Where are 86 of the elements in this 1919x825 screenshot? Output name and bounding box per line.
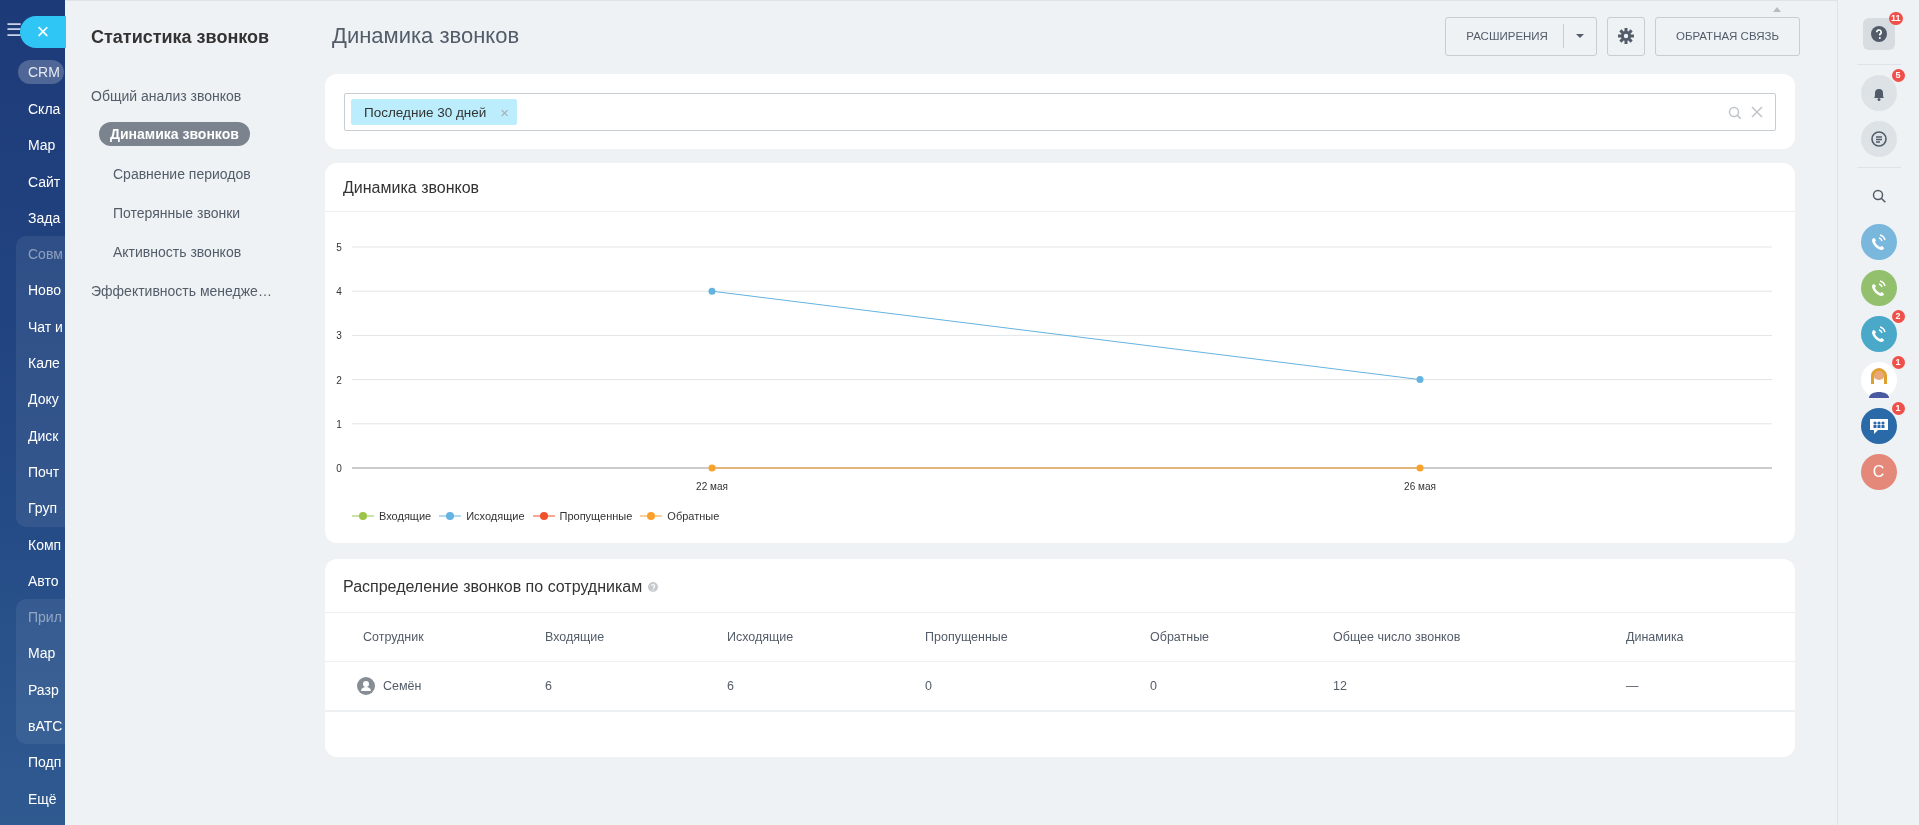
nav-group-title: Прил <box>27 608 62 628</box>
count-badge: 1 <box>1891 356 1905 369</box>
filter-chip[interactable]: Последние 30 дней × <box>351 99 518 125</box>
feedback-button[interactable]: ОБРАТНАЯ СВЯЗЬ <box>1654 16 1800 56</box>
y-tick-label: 0 <box>336 463 342 474</box>
report-menu-item[interactable]: Активность звонков <box>113 233 242 272</box>
nav-group-title: Совм <box>27 245 63 265</box>
chat-icon <box>1869 130 1888 148</box>
column-header: Исходящие <box>727 630 795 644</box>
nav-item[interactable]: Авто <box>0 562 59 600</box>
settings-icon <box>1617 28 1634 44</box>
count-badge: 2 <box>1891 310 1905 323</box>
column-header: Входящие <box>545 630 606 644</box>
nav-item[interactable]: Зада <box>0 199 61 237</box>
nav-item[interactable]: Мар <box>0 127 56 164</box>
chart-title: Динамика звонков <box>325 163 1795 212</box>
y-tick-label: 3 <box>336 330 342 342</box>
employee-name[interactable]: Семён <box>383 679 422 693</box>
extensions-button[interactable]: РАСШИРЕНИЯ <box>1445 16 1597 56</box>
search-icon <box>1871 189 1886 203</box>
legend-label: Пропущенные <box>559 510 633 522</box>
report-menu-item[interactable]: Сравнение периодов <box>113 155 251 194</box>
x-tick-label: 22 мая <box>696 481 728 492</box>
phone-icon <box>1871 233 1886 251</box>
nav-item[interactable]: Ещё <box>0 780 57 817</box>
notifications-button[interactable] <box>1860 75 1897 111</box>
data-point <box>1416 464 1424 472</box>
column-header: Сотрудник <box>363 630 425 644</box>
nav-item[interactable]: Сайт <box>0 163 61 200</box>
x-tick-label: 26 мая <box>1404 481 1436 492</box>
settings-button[interactable] <box>1606 16 1645 56</box>
table-cell-text: 6 <box>727 679 735 693</box>
nav-item[interactable]: Доку <box>16 381 59 418</box>
report-menu-item[interactable]: Потерянные звонки <box>113 194 241 233</box>
column-header: Обратные <box>1150 630 1211 644</box>
report-title: Статистика звонков <box>91 27 271 48</box>
nav-item[interactable]: Скла <box>0 91 61 128</box>
legend-label: Входящие <box>379 510 432 522</box>
nav-item[interactable]: Диск <box>16 417 59 454</box>
legend-label: Обратные <box>667 510 720 522</box>
count-badge: 1 <box>1891 402 1905 415</box>
table-cell-text: — <box>1626 679 1640 693</box>
phone-icon <box>1871 279 1886 297</box>
filter-field[interactable]: Последние 30 дней × <box>344 93 1776 131</box>
nav-item[interactable]: Ново <box>16 272 61 309</box>
data-point <box>708 287 716 295</box>
table-title: Распределение звонков по сотрудникам <box>343 578 643 596</box>
legend-label: Исходящие <box>466 510 525 522</box>
help-icon <box>1870 26 1887 42</box>
nav-item[interactable]: CRM <box>18 60 64 84</box>
y-tick-label: 4 <box>336 286 342 298</box>
nav-item[interactable]: Разр <box>16 671 59 709</box>
y-tick-label: 5 <box>336 242 342 253</box>
user-avatar[interactable] <box>1860 362 1897 398</box>
nav-item[interactable]: Мар <box>16 635 56 672</box>
caret-icon <box>1575 34 1584 38</box>
data-point <box>1416 376 1424 384</box>
page-title: Динамика звонков <box>332 23 521 49</box>
report-menu-item[interactable]: Общий анализ звонков <box>91 77 242 116</box>
menu-button[interactable]: ☰ <box>6 16 22 54</box>
nav-item[interactable]: вАТС <box>16 708 63 745</box>
report-menu-item[interactable]: Эффективность менедже… <box>91 272 272 311</box>
phone-icon <box>1871 325 1886 343</box>
chip-label: Последние 30 дней <box>364 104 487 120</box>
table-cell-text: 12 <box>1333 679 1348 693</box>
table-cell-text: 6 <box>545 679 553 693</box>
nav-item[interactable]: Кале <box>16 345 60 382</box>
nav-item[interactable]: Груп <box>16 490 57 527</box>
nav-item[interactable]: Подп <box>0 744 62 781</box>
table-cell-text: 0 <box>1150 679 1158 693</box>
table-cell-text: 0 <box>925 679 933 693</box>
group-chat-button[interactable] <box>1860 408 1897 444</box>
count-badge: 5 <box>1891 69 1905 82</box>
report-menu-item[interactable]: Динамика звонков <box>99 122 250 146</box>
y-tick-label: 1 <box>336 418 342 430</box>
nav-item[interactable]: Комп <box>0 526 62 563</box>
column-header: Пропущенные <box>925 630 1009 644</box>
nav-item[interactable]: Почт <box>16 453 60 491</box>
call-button[interactable] <box>1860 316 1897 352</box>
user-avatar-icon <box>357 677 375 695</box>
column-header: Общее число звонков <box>1333 630 1462 644</box>
chat-button[interactable] <box>1860 121 1897 157</box>
y-tick-label: 2 <box>336 374 342 386</box>
data-point <box>708 464 716 472</box>
column-header: Динамика <box>1626 630 1685 644</box>
nav-item[interactable]: Чат и <box>16 308 63 346</box>
